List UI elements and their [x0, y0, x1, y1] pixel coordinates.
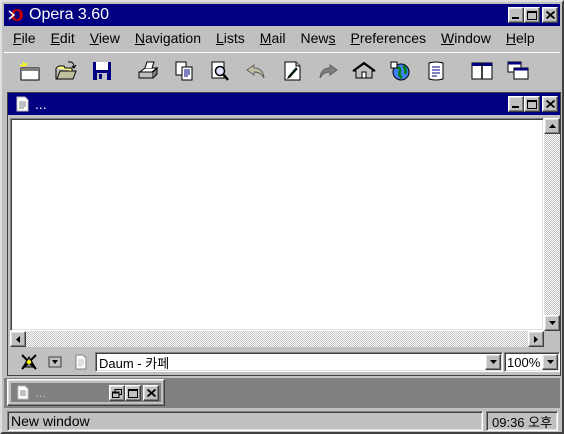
stop-loading-icon[interactable]: [18, 351, 40, 373]
vertical-scrollbar[interactable]: [544, 118, 560, 331]
minimize-button[interactable]: [508, 7, 524, 23]
document-page-icon: [16, 96, 29, 112]
home-icon[interactable]: [350, 57, 378, 85]
menu-bar: File Edit View Navigation Lists Mail New…: [4, 28, 560, 48]
menu-navigation[interactable]: Navigation: [135, 30, 201, 46]
minimized-document-page-icon: [17, 385, 29, 400]
horizontal-scrollbar[interactable]: [10, 331, 544, 347]
download-icon[interactable]: [44, 351, 66, 373]
menu-preferences[interactable]: Preferences: [351, 30, 427, 46]
menu-file[interactable]: File: [13, 30, 36, 46]
zoom-dropdown-button[interactable]: [542, 354, 558, 370]
print-icon[interactable]: [134, 57, 162, 85]
address-dropdown-button[interactable]: [485, 354, 501, 370]
edit-document-icon[interactable]: [278, 57, 306, 85]
window-title: Opera 3.60: [29, 6, 110, 23]
zoom-select[interactable]: 100%: [504, 352, 560, 372]
scroll-down-button[interactable]: [544, 315, 560, 331]
address-text: Daum - 카페: [99, 355, 170, 371]
copy-icon[interactable]: [170, 57, 198, 85]
minimized-close-button[interactable]: [143, 385, 159, 401]
minimized-document-title-bar[interactable]: ...: [11, 383, 161, 402]
split-pane-icon[interactable]: [468, 57, 496, 85]
status-clock: 09:36 오후: [486, 411, 558, 431]
minimized-document-window[interactable]: ...: [7, 379, 165, 406]
address-bar: Daum - 카페 100%: [10, 349, 560, 375]
back-arrow-icon[interactable]: [242, 57, 270, 85]
address-field[interactable]: Daum - 카페: [95, 352, 503, 372]
minimized-maximize-button[interactable]: [125, 385, 141, 401]
menu-news[interactable]: News: [300, 30, 335, 46]
minimized-document-title: ...: [35, 385, 46, 400]
close-button[interactable]: [542, 7, 558, 23]
scroll-up-button[interactable]: [544, 118, 560, 134]
scroll-right-button[interactable]: [528, 331, 544, 347]
title-bar[interactable]: Opera 3.60: [4, 4, 560, 26]
new-window-icon[interactable]: [16, 57, 44, 85]
menu-view[interactable]: View: [90, 30, 120, 46]
mdi-workspace: ...: [4, 378, 560, 408]
restore-button[interactable]: [109, 385, 125, 401]
document-close-button[interactable]: [542, 96, 558, 112]
document-title: ...: [35, 96, 47, 112]
page-content-area[interactable]: [10, 118, 544, 331]
document-minimize-button[interactable]: [508, 96, 524, 112]
open-folder-icon[interactable]: [52, 57, 80, 85]
hotlist-icon[interactable]: [422, 57, 450, 85]
status-text: New window: [7, 411, 483, 431]
globe-icon[interactable]: [386, 57, 414, 85]
status-bar: New window 09:36 오후: [4, 409, 560, 433]
save-disk-icon[interactable]: [88, 57, 116, 85]
menu-window[interactable]: Window: [441, 30, 491, 46]
page-info-icon[interactable]: [70, 351, 92, 373]
menu-mail[interactable]: Mail: [260, 30, 286, 46]
forward-arrow-icon[interactable]: [314, 57, 342, 85]
find-icon[interactable]: [206, 57, 234, 85]
scroll-left-button[interactable]: [10, 331, 26, 347]
document-maximize-button[interactable]: [524, 96, 540, 112]
opera-logo-icon[interactable]: [7, 6, 25, 24]
menu-lists[interactable]: Lists: [216, 30, 245, 46]
opera-window: Opera 3.60 File Edit View Navigation Lis…: [0, 0, 564, 434]
menu-help[interactable]: Help: [506, 30, 535, 46]
cascade-windows-icon[interactable]: [504, 57, 532, 85]
document-window: ... Daum - 카페 100%: [7, 92, 561, 376]
maximize-button[interactable]: [524, 7, 540, 23]
zoom-value: 100%: [507, 354, 541, 370]
menu-edit[interactable]: Edit: [51, 30, 75, 46]
document-title-bar[interactable]: ...: [8, 93, 560, 115]
toolbar: [4, 52, 560, 88]
